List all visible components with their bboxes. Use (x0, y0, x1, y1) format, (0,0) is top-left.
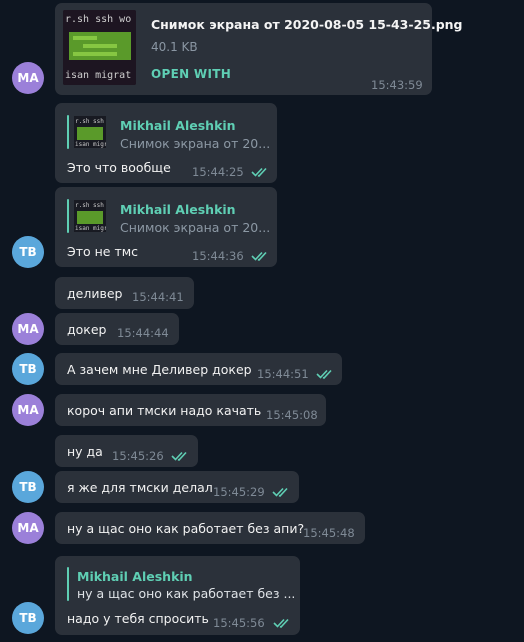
message-bubble[interactable]: А зачем мне Деливер докер 15:44:51 (55, 353, 342, 385)
message-bubble[interactable]: короч апи тмски надо качать 15:45:08 (55, 394, 326, 426)
avatar[interactable]: TB (12, 236, 44, 268)
reply-author: Mikhail Aleshkin (77, 569, 193, 584)
message-time: 15:44:25 (192, 165, 244, 179)
message-time: 15:45:48 (303, 526, 355, 540)
file-message-bubble[interactable]: r.sh ssh wo isan migrat Снимок экрана от… (55, 3, 463, 95)
double-check-icon (316, 369, 332, 379)
reply-snippet: Снимок экрана от 20... (120, 220, 271, 235)
file-thumbnail[interactable]: r.sh ssh wo isan migrat (63, 10, 136, 85)
message-bubble[interactable]: докер 15:44:44 (55, 313, 179, 345)
reply-thumbnail: r.sh ssh wo isan migrat (74, 116, 106, 148)
reply-bar (67, 199, 69, 233)
message-bubble[interactable]: я же для тмски делал 15:45:29 (55, 471, 299, 503)
double-check-icon (251, 167, 267, 177)
message-bubble[interactable]: r.sh ssh woisan migrat Mikhail Aleshkin … (55, 103, 277, 183)
message-time: 15:45:29 (213, 485, 265, 499)
svg-text:r.sh ssh wo: r.sh ssh wo (65, 14, 131, 25)
message-time: 15:45:26 (112, 449, 164, 463)
svg-text:r.sh ssh wo: r.sh ssh wo (75, 118, 106, 125)
double-check-icon (272, 487, 288, 497)
message-text: деливер (67, 286, 123, 301)
message-time: 15:44:51 (257, 367, 309, 381)
file-size: 40.1 KB (151, 40, 198, 54)
avatar[interactable]: TB (12, 602, 44, 634)
reply-snippet: ну а щас оно как работает без ... (77, 586, 296, 601)
reply-author: Mikhail Aleshkin (120, 118, 236, 133)
message-text: я же для тмски делал (67, 480, 213, 495)
double-check-icon (171, 451, 187, 461)
avatar[interactable]: MA (12, 62, 44, 94)
double-check-icon (273, 618, 289, 628)
avatar[interactable]: MA (12, 394, 44, 426)
message-time: 15:44:41 (132, 290, 184, 304)
avatar[interactable]: MA (12, 313, 44, 345)
message-text: Это что вообще (67, 160, 171, 175)
reply-bar (67, 567, 69, 601)
reply-snippet: Снимок экрана от 20... (120, 136, 271, 151)
svg-text:r.sh ssh wo: r.sh ssh wo (75, 202, 106, 209)
message-time: 15:43:59 (371, 78, 423, 92)
reply-bar (67, 115, 69, 149)
message-time: 15:44:44 (117, 326, 169, 340)
message-text: ну да (67, 444, 103, 459)
avatar[interactable]: TB (12, 471, 44, 503)
avatar[interactable]: MA (12, 512, 44, 544)
message-bubble[interactable]: ну а щас оно как работает без апи? 15:45… (55, 512, 365, 544)
svg-text:isan migrat: isan migrat (65, 70, 131, 81)
avatar[interactable]: TB (12, 353, 44, 385)
message-bubble[interactable]: деливер 15:44:41 (55, 277, 194, 309)
reply-thumbnail: r.sh ssh wo isan migrat (74, 200, 106, 232)
message-text: Это не тмс (67, 244, 139, 259)
svg-text:isan migrat: isan migrat (75, 141, 106, 148)
file-name: Снимок экрана от 2020-08-05 15-43-25.png (151, 17, 463, 32)
message-text: короч апи тмски надо качать (67, 403, 262, 418)
message-text: надо у тебя спросить (67, 611, 209, 626)
message-bubble[interactable]: ну да 15:45:26 (55, 435, 198, 467)
message-text: докер (67, 322, 107, 337)
reply-author: Mikhail Aleshkin (120, 202, 236, 217)
message-bubble[interactable]: r.sh ssh woisan migrat Mikhail Aleshkin … (55, 187, 277, 267)
message-text: ну а щас оно как работает без апи? (67, 521, 305, 536)
double-check-icon (251, 251, 267, 261)
message-text: А зачем мне Деливер докер (67, 362, 252, 377)
message-bubble[interactable]: Mikhail Aleshkin ну а щас оно как работа… (55, 556, 300, 635)
svg-text:isan migrat: isan migrat (75, 225, 106, 232)
message-time: 15:45:56 (213, 616, 265, 630)
message-time: 15:45:08 (266, 408, 318, 422)
message-time: 15:44:36 (192, 249, 244, 263)
open-with-button[interactable]: OPEN WITH (151, 67, 231, 81)
